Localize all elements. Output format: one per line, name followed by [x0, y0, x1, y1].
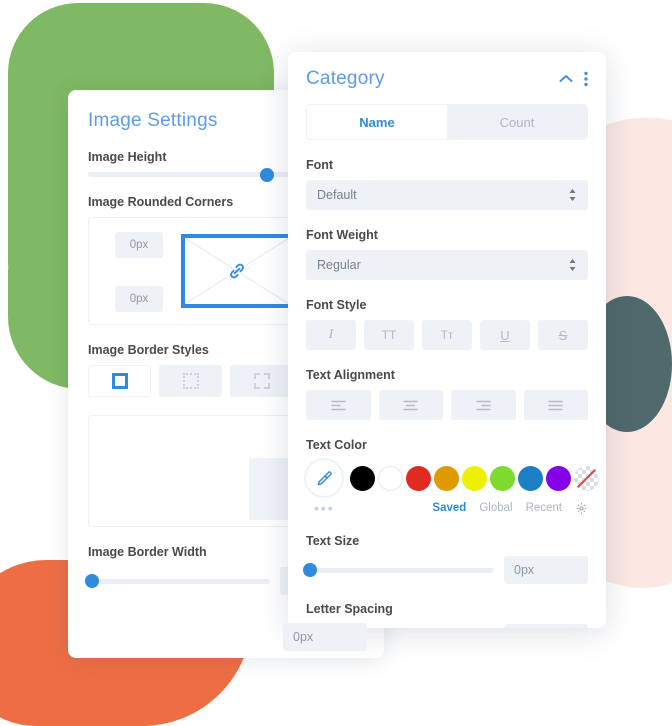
category-title: Category — [306, 68, 385, 89]
border-solid-icon — [111, 373, 128, 389]
font-style-label: Font Style — [306, 298, 367, 312]
border-dashed-icon — [253, 373, 270, 389]
text-size-input[interactable]: 0px — [504, 556, 588, 584]
font-weight-select-value: Regular — [317, 258, 361, 272]
border-dotted-icon — [182, 373, 199, 389]
category-header: Category — [306, 68, 588, 90]
font-style-row: I TT Tт U S — [306, 320, 588, 350]
swatch-white[interactable] — [378, 465, 403, 491]
palette-tab-recent[interactable]: Recent — [526, 502, 562, 514]
text-alignment-group: Text Alignment — [306, 368, 588, 420]
image-height-slider-knob[interactable] — [260, 167, 275, 182]
palette-links: Saved Global Recent — [432, 502, 588, 515]
align-right-icon[interactable] — [451, 390, 516, 420]
border-style-solid-button[interactable] — [88, 365, 151, 397]
tab-name[interactable]: Name — [307, 105, 447, 139]
font-weight-label: Font Weight — [306, 228, 378, 242]
border-style-dashed-button[interactable] — [230, 365, 293, 397]
font-select-value: Default — [317, 188, 357, 202]
link-icon — [230, 263, 244, 279]
swatch-purple[interactable] — [546, 465, 571, 491]
text-size-slider[interactable] — [302, 563, 494, 577]
align-left-icon[interactable] — [306, 390, 371, 420]
text-size-slider-row: 0px — [302, 556, 588, 584]
corner-bottom-left-input[interactable]: 0px — [115, 286, 163, 312]
font-select[interactable]: Default — [306, 180, 588, 210]
text-size-group: Text Size 0px — [302, 534, 588, 584]
text-color-label: Text Color — [306, 438, 367, 452]
text-alignment-label: Text Alignment — [306, 368, 395, 382]
swatch-black[interactable] — [350, 465, 375, 491]
more-colors-icon[interactable]: ••• — [306, 500, 335, 516]
eyedropper-icon[interactable] — [306, 460, 342, 496]
more-vertical-icon[interactable] — [584, 71, 588, 87]
text-alignment-row — [306, 390, 588, 420]
tab-count[interactable]: Count — [447, 105, 587, 139]
corner-top-left-input[interactable]: 0px — [115, 232, 163, 258]
letter-spacing-label: Letter Spacing — [306, 602, 393, 616]
swatch-orange[interactable] — [434, 465, 459, 491]
image-border-width-knob[interactable] — [84, 574, 99, 588]
image-border-width-slider[interactable] — [84, 574, 270, 588]
swatch-green[interactable] — [490, 465, 515, 491]
strikethrough-icon[interactable]: S — [538, 320, 588, 350]
palette-tab-saved[interactable]: Saved — [432, 502, 466, 514]
stepper-caret-icon — [568, 189, 577, 202]
swatch-red[interactable] — [406, 465, 431, 491]
category-header-icons — [559, 71, 588, 87]
font-label: Font — [306, 158, 334, 172]
swatch-transparent[interactable] — [574, 465, 599, 491]
chevron-up-icon[interactable] — [559, 74, 573, 84]
italic-icon[interactable]: I — [306, 320, 356, 350]
uppercase-icon[interactable]: TT — [364, 320, 414, 350]
font-weight-select[interactable]: Regular — [306, 250, 588, 280]
font-group: Font Default — [306, 158, 588, 210]
underline-icon[interactable]: U — [480, 320, 530, 350]
text-size-knob[interactable] — [302, 563, 317, 577]
palette-meta-row: ••• Saved Global Recent — [306, 500, 588, 516]
capitalize-icon[interactable]: Tт — [422, 320, 472, 350]
color-swatch-row — [306, 460, 599, 496]
category-panel: Category Name Count Font Default Font We… — [288, 52, 606, 628]
swatch-blue[interactable] — [518, 465, 543, 491]
category-tabs: Name Count — [306, 104, 588, 140]
gear-icon[interactable] — [575, 502, 588, 515]
palette-tab-global[interactable]: Global — [479, 502, 512, 514]
align-justify-icon[interactable] — [523, 390, 588, 420]
text-size-label: Text Size — [306, 534, 360, 548]
letter-spacing-input[interactable]: 0px — [504, 624, 588, 628]
font-style-group: Font Style I TT Tт U S — [306, 298, 588, 350]
font-weight-group: Font Weight Regular — [306, 228, 588, 280]
text-color-group: Text Color ••• Saved Global Recent — [306, 438, 599, 516]
border-style-dotted-button[interactable] — [159, 365, 222, 397]
align-center-icon[interactable] — [378, 390, 443, 420]
corner-preview-box[interactable] — [181, 234, 293, 308]
overflow-value-input[interactable]: 0px — [283, 623, 367, 651]
swatch-yellow[interactable] — [462, 465, 487, 491]
stepper-caret-icon — [568, 259, 577, 272]
